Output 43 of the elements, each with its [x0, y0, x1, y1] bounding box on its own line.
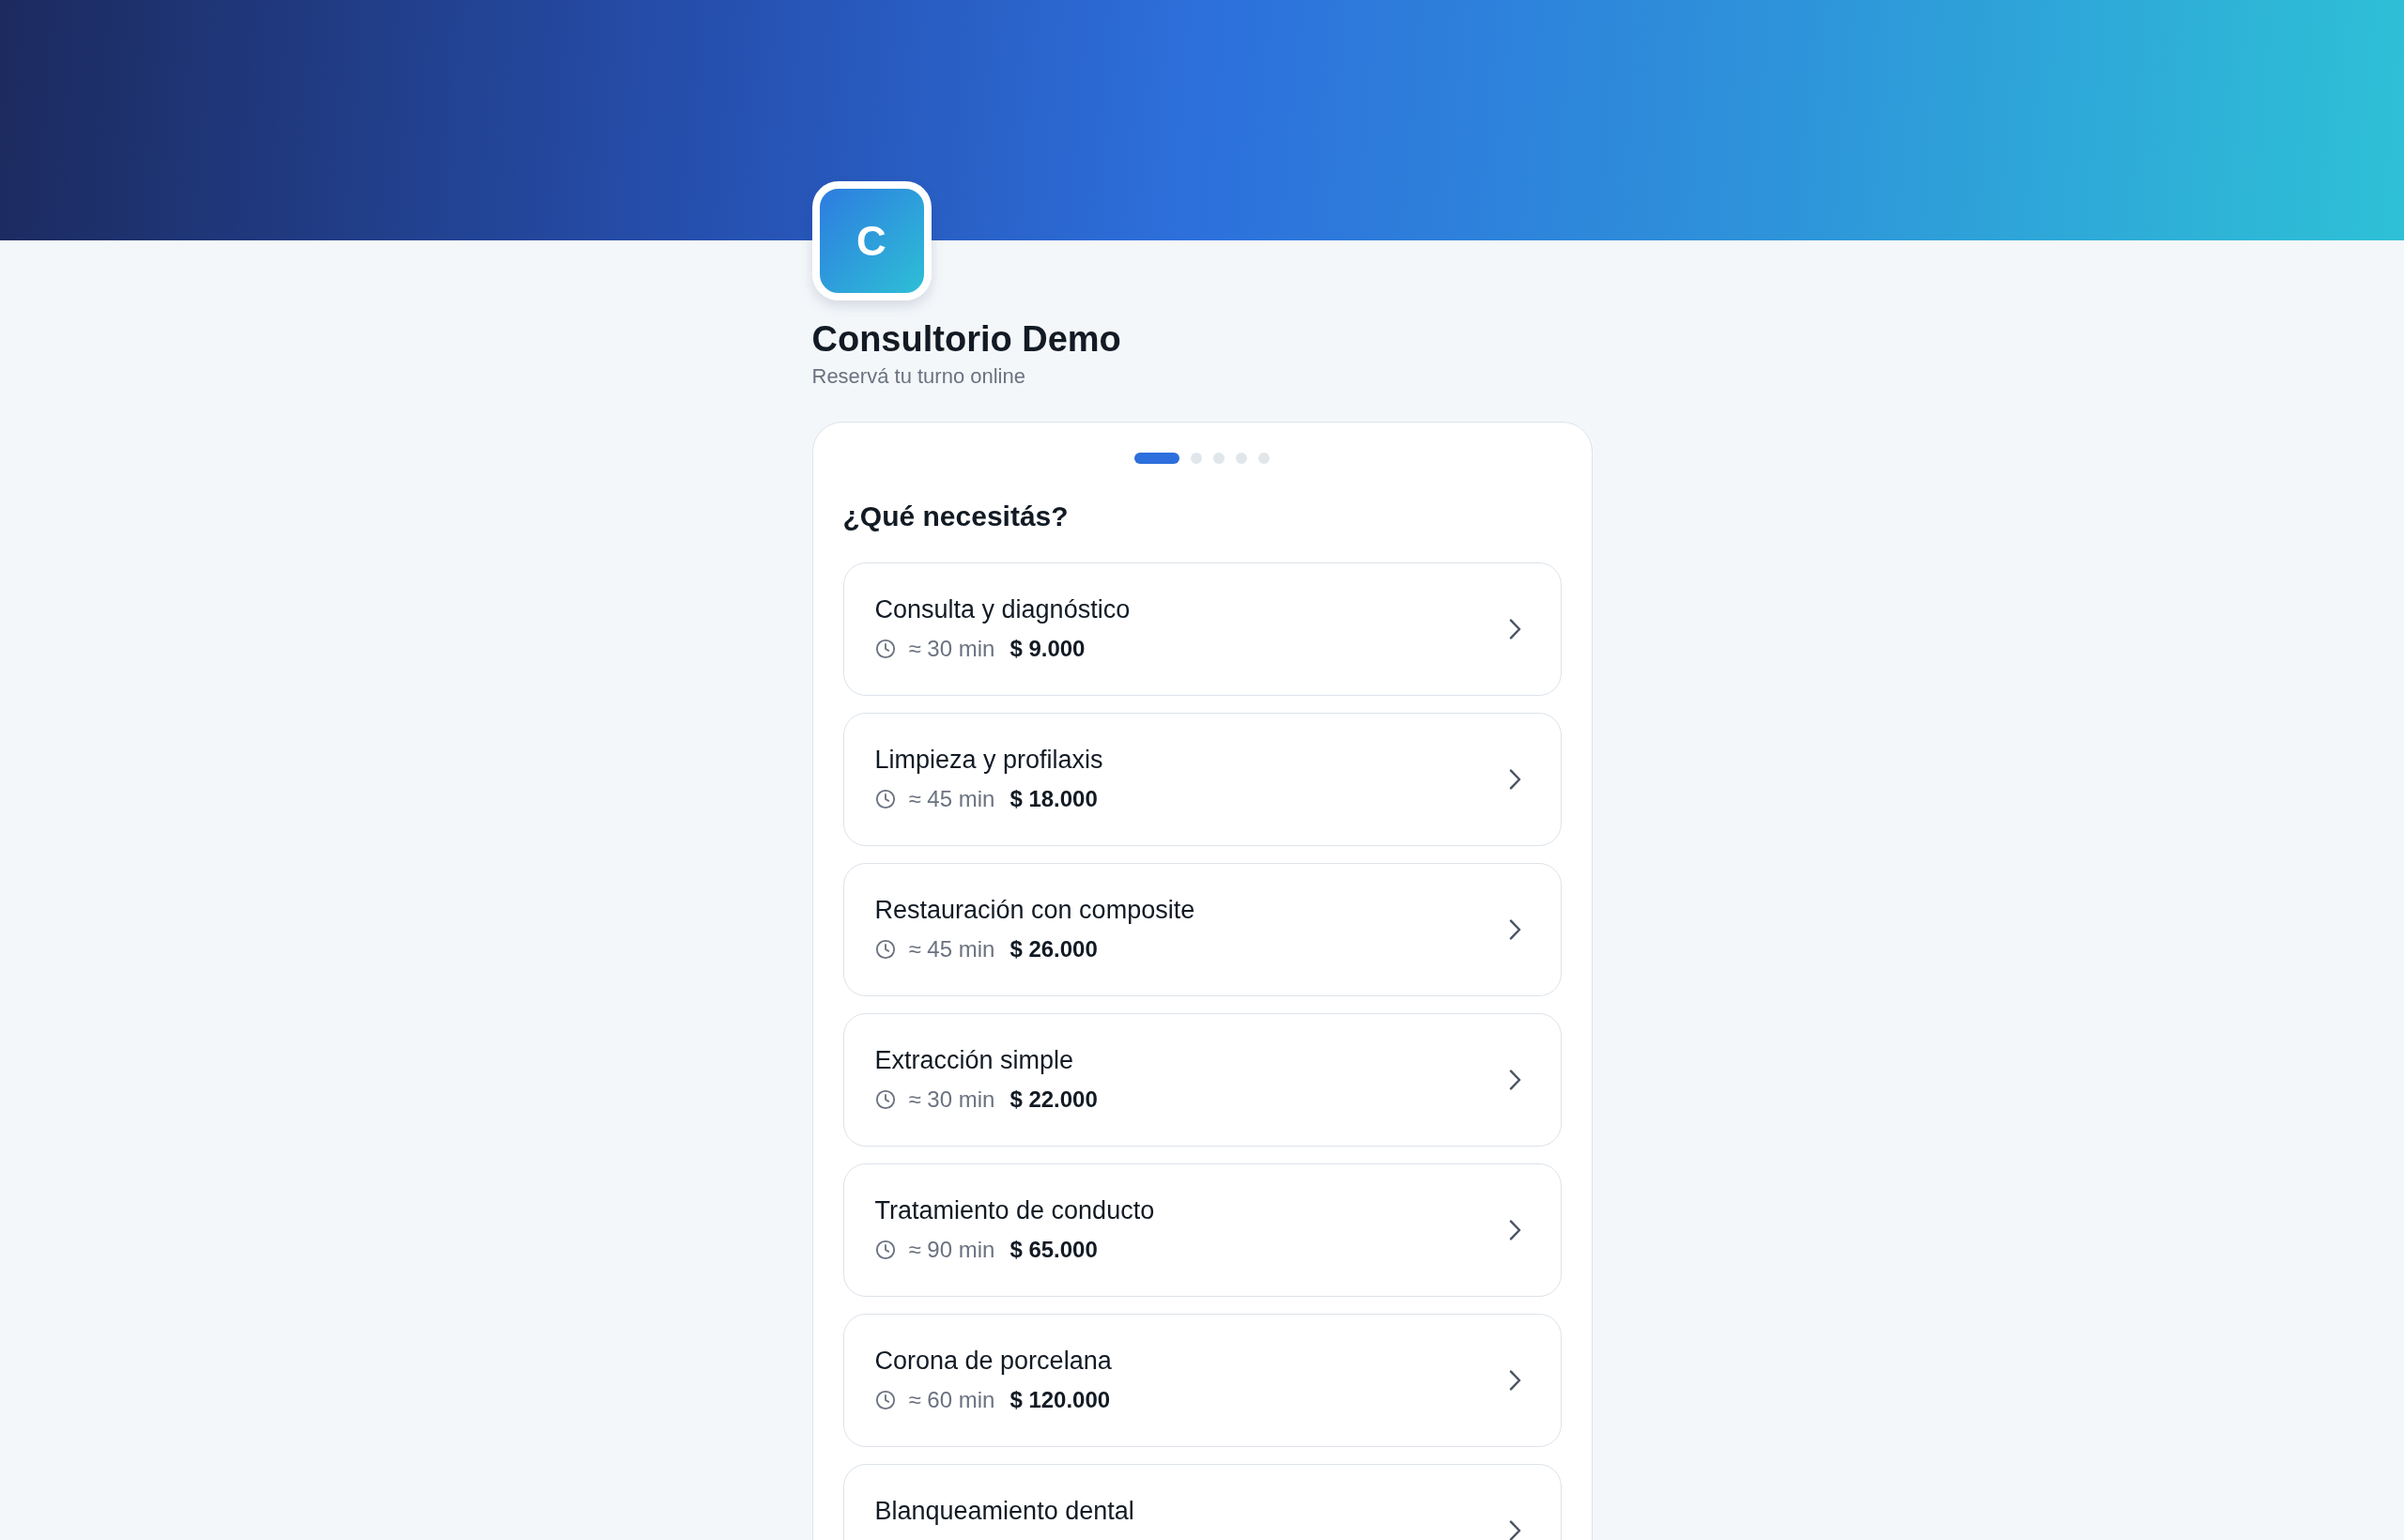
service-duration: ≈ 90 min	[908, 1236, 995, 1264]
service-price: $ 22.000	[1009, 1086, 1098, 1114]
service-price: $ 9.000	[1009, 635, 1086, 663]
clock-icon	[874, 639, 896, 659]
clock-icon	[874, 1240, 896, 1260]
service-option[interactable]: Limpieza y profilaxis ≈ 45 min $ 18.000	[842, 713, 1562, 846]
service-name: Tratamiento de conducto	[874, 1195, 1155, 1225]
service-option[interactable]: Extracción simple ≈ 30 min $ 22.000	[842, 1013, 1562, 1147]
service-price: $ 18.000	[1009, 785, 1098, 813]
section-heading: ¿Qué necesitás?	[842, 500, 1070, 533]
service-name: Corona de porcelana	[874, 1346, 1112, 1376]
service-price: $ 120.000	[1009, 1386, 1111, 1414]
service-name: Limpieza y profilaxis	[874, 745, 1103, 775]
service-duration: ≈ 30 min	[908, 1086, 995, 1114]
clock-icon	[874, 1390, 896, 1410]
service-duration: ≈ 30 min	[908, 635, 995, 663]
chevron-right-icon	[1508, 1370, 1521, 1391]
clock-icon	[874, 789, 896, 809]
chevron-right-icon	[1508, 1520, 1521, 1540]
chevron-right-icon	[1508, 769, 1521, 790]
clock-icon	[874, 1089, 896, 1110]
clinic-logo: C	[811, 181, 932, 300]
service-name: Extracción simple	[874, 1045, 1075, 1075]
chevron-right-icon	[1508, 919, 1521, 940]
service-option[interactable]: Blanqueamiento dental	[842, 1464, 1562, 1540]
clock-icon	[874, 939, 896, 960]
service-duration: ≈ 60 min	[908, 1386, 995, 1414]
service-price: $ 26.000	[1009, 935, 1098, 963]
service-option[interactable]: Consulta y diagnóstico ≈ 30 min $ 9.000	[842, 562, 1562, 696]
service-price: $ 65.000	[1009, 1236, 1098, 1264]
chevron-right-icon	[1508, 1070, 1521, 1090]
service-option[interactable]: Tratamiento de conducto ≈ 90 min $ 65.000	[842, 1163, 1562, 1297]
service-option[interactable]: Restauración con composite ≈ 45 min $ 26.000	[842, 863, 1562, 996]
service-name: Consulta y diagnóstico	[874, 594, 1131, 624]
chevron-right-icon	[1508, 619, 1521, 639]
service-option[interactable]: Corona de porcelana ≈ 60 min $ 120.000	[842, 1314, 1562, 1447]
clinic-name: Consultorio Demo	[811, 318, 1121, 361]
service-duration: ≈ 45 min	[908, 785, 995, 813]
service-name: Restauración con composite	[874, 895, 1195, 925]
service-duration: ≈ 45 min	[908, 935, 995, 963]
service-name: Blanqueamiento dental	[874, 1496, 1134, 1526]
tagline: Reservá tu turno online	[811, 363, 1025, 390]
chevron-right-icon	[1508, 1220, 1521, 1240]
